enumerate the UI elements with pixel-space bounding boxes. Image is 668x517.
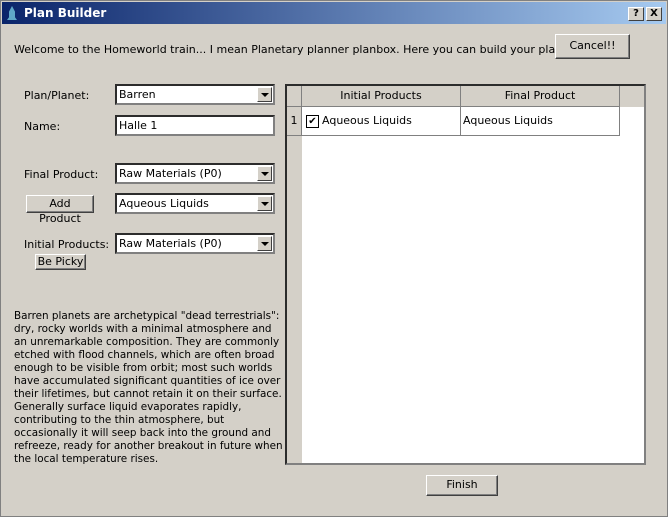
plan-planet-select[interactable]: Barren (115, 84, 275, 105)
name-label: Name: (24, 120, 61, 133)
name-input[interactable]: Halle 1 (115, 115, 275, 136)
initial-products-tier-value: Raw Materials (P0) (119, 237, 222, 250)
table-cell-initial[interactable]: ✔ Aqueous Liquids (302, 107, 461, 136)
be-picky-button[interactable]: Be Picky (35, 254, 86, 270)
cancel-button[interactable]: Cancel!! (555, 34, 630, 59)
initial-product-value: Aqueous Liquids (322, 114, 412, 127)
row-checkbox[interactable]: ✔ (306, 115, 319, 128)
title-bar: Plan Builder ? X (2, 2, 666, 24)
welcome-text: Welcome to the Homeworld train... I mean… (14, 43, 566, 56)
final-product-label: Final Product: (24, 168, 99, 181)
plan-planet-label: Plan/Planet: (24, 89, 90, 102)
header-final-product[interactable]: Final Product (461, 86, 620, 107)
table-body (302, 107, 644, 463)
row-number[interactable]: 1 (287, 107, 302, 136)
rocket-icon (7, 6, 17, 20)
add-product-button[interactable]: Add Product (26, 195, 94, 225)
header-initial-products[interactable]: Initial Products (302, 86, 461, 107)
chevron-down-icon[interactable] (257, 166, 272, 181)
plan-builder-window: Plan Builder ? X Welcome to the Homeworl… (0, 0, 668, 517)
initial-products-label: Initial Products: (24, 238, 110, 251)
window-title: Plan Builder (24, 6, 107, 20)
final-product-tier-value: Raw Materials (P0) (119, 167, 222, 180)
chevron-down-icon[interactable] (257, 87, 272, 102)
planet-description: Barren planets are archetypical "dead te… (14, 310, 283, 465)
table-cell-final[interactable]: Aqueous Liquids (461, 107, 620, 136)
initial-products-tier-select[interactable]: Raw Materials (P0) (115, 233, 275, 254)
help-button[interactable]: ? (628, 7, 644, 21)
final-product-select[interactable]: Aqueous Liquids (115, 193, 275, 214)
plan-planet-value: Barren (119, 88, 156, 101)
final-product-value: Aqueous Liquids (119, 197, 209, 210)
final-product-tier-select[interactable]: Raw Materials (P0) (115, 163, 275, 184)
close-button[interactable]: X (646, 7, 662, 21)
chevron-down-icon[interactable] (257, 236, 272, 251)
products-table: Initial Products Final Product 1 ✔ Aqueo… (285, 84, 646, 465)
chevron-down-icon[interactable] (257, 196, 272, 211)
corner-header (287, 86, 302, 107)
finish-button[interactable]: Finish (426, 475, 498, 496)
